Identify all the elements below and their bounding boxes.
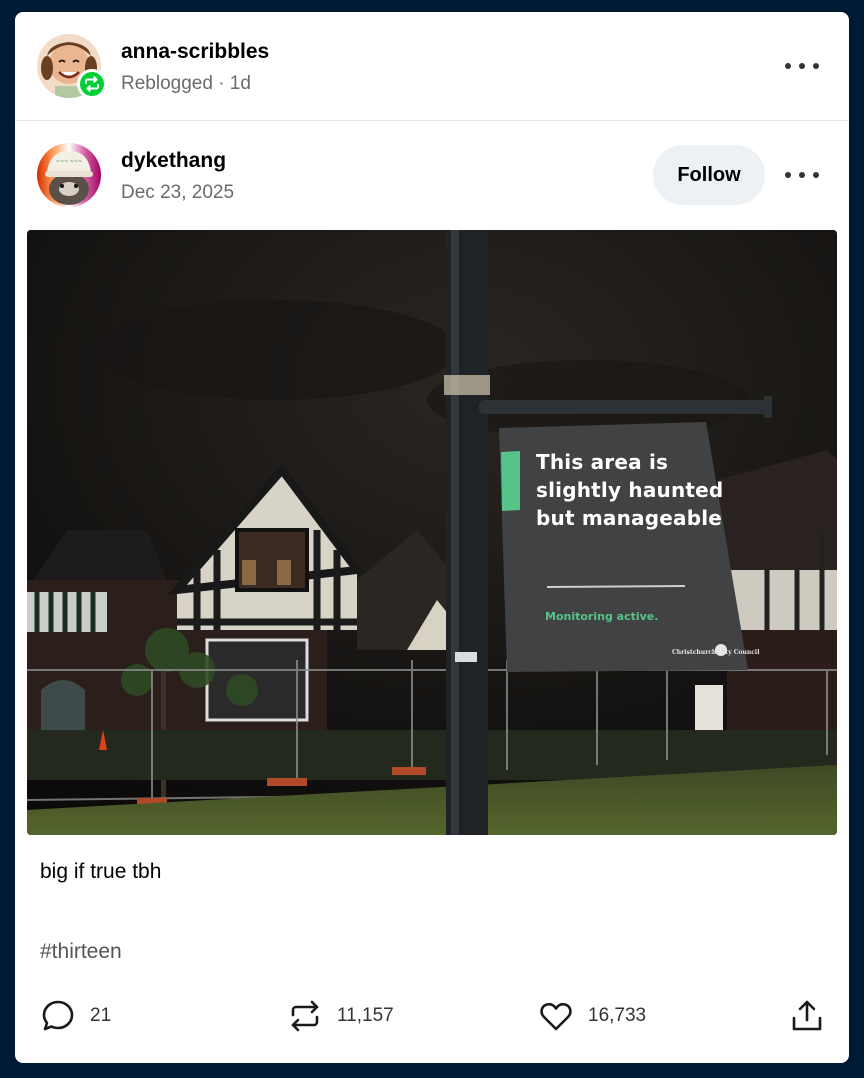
- sign-main-text: This area is slightly haunted but manage…: [536, 450, 724, 530]
- svg-text:~~~ ~~~: ~~~ ~~~: [56, 159, 83, 165]
- author-username[interactable]: dykethang: [121, 149, 226, 173]
- reblog-button[interactable]: 11,157: [287, 994, 394, 1038]
- like-count: 16,733: [588, 1005, 647, 1026]
- reblog-count: 11,157: [337, 1005, 394, 1026]
- author-avatar[interactable]: ~~~ ~~~: [37, 143, 101, 207]
- more-options-icon[interactable]: [785, 56, 819, 76]
- like-button[interactable]: 16,733: [538, 994, 646, 1038]
- reblogger-username[interactable]: anna-scribbles: [121, 40, 269, 64]
- reblog-meta: Reblogged · 1d: [121, 73, 251, 94]
- author-more-options-icon[interactable]: [785, 165, 819, 185]
- reblog-action-icon: [291, 1000, 319, 1032]
- share-icon: [792, 1000, 822, 1031]
- post-card: anna-scribbles Reblogged · 1d ~~~ ~~~ dy…: [15, 12, 849, 1063]
- reply-button[interactable]: 21: [40, 994, 111, 1038]
- post-body-text: big if true tbh: [40, 860, 162, 883]
- reblog-header: anna-scribbles Reblogged · 1d: [15, 12, 849, 121]
- follow-button[interactable]: Follow: [653, 145, 765, 205]
- reply-count: 21: [90, 1005, 112, 1026]
- share-button[interactable]: [789, 994, 825, 1038]
- likes-heart-icon: [540, 1002, 572, 1031]
- sign-sub-text: Monitoring active.: [545, 610, 658, 623]
- post-actions: 21 11,157 16,733: [15, 994, 849, 1038]
- reply-icon: [42, 1000, 74, 1031]
- reblog-icon: [77, 69, 107, 99]
- post-photo[interactable]: Monitoring active. Christchurch City Cou…: [27, 230, 837, 835]
- post-date[interactable]: Dec 23, 2025: [121, 182, 234, 204]
- post-tag[interactable]: #thirteen: [40, 940, 122, 964]
